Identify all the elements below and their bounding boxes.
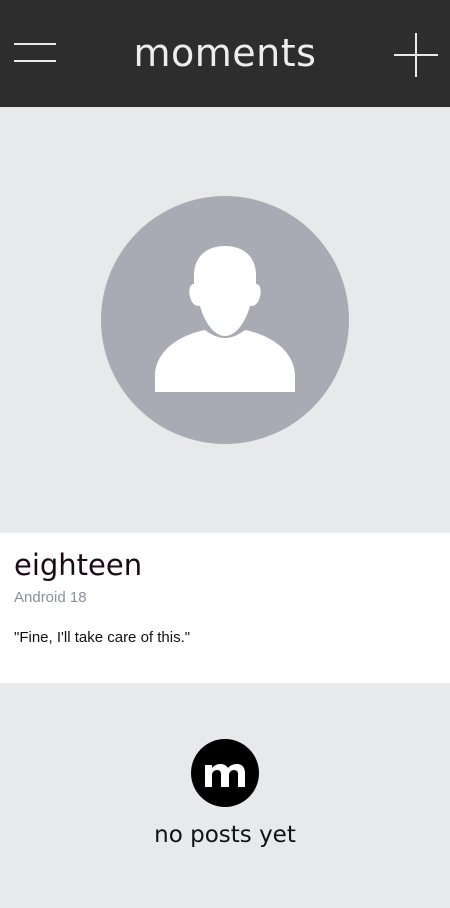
avatar-section (0, 107, 450, 533)
profile-card: eighteen Android 18 "Fine, I'll take car… (0, 533, 450, 683)
moments-logo-icon (191, 739, 259, 807)
app-title: moments (133, 31, 317, 75)
posts-section: no posts yet (0, 683, 450, 908)
empty-posts-message: no posts yet (154, 822, 296, 848)
avatar[interactable] (101, 196, 349, 444)
profile-subtitle: Android 18 (14, 589, 87, 606)
profile-quote: "Fine, I'll take care of this." (14, 629, 191, 646)
add-moment-button[interactable] (394, 33, 438, 77)
profile-name: eighteen (14, 548, 143, 582)
default-user-avatar-icon (101, 196, 349, 444)
app-header: moments (0, 0, 450, 107)
profile-screen: moments eighteen Android 18 "Fine, I'll … (0, 0, 450, 908)
